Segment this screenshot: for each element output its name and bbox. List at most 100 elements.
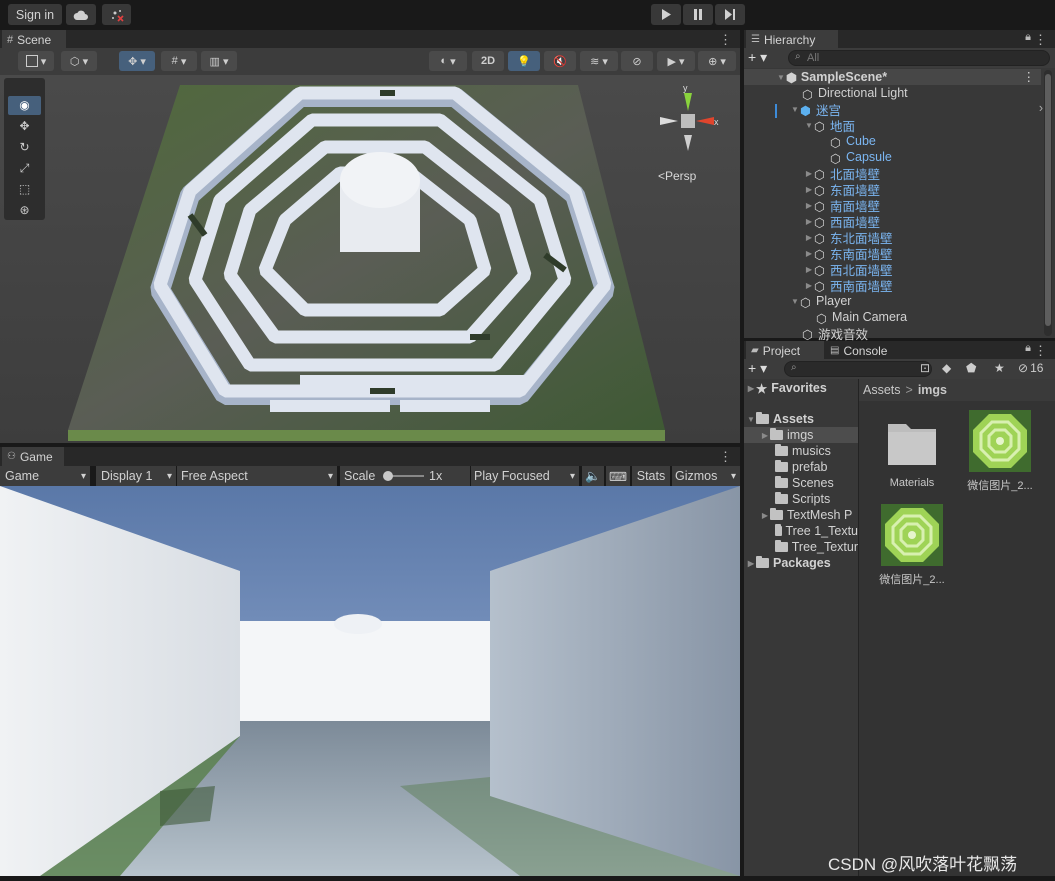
folder-label: imgs — [787, 428, 814, 442]
hierarchy-scrollbar[interactable] — [1044, 70, 1052, 336]
lock-icon[interactable]: 🔒︎ — [1025, 342, 1031, 355]
tab-game[interactable]: ⚇ Game — [2, 447, 64, 466]
play-button[interactable] — [651, 4, 681, 25]
keyboard-toggle[interactable]: ⌨ — [606, 466, 630, 486]
shading-mode-dropdown[interactable]: ◐ ▾ — [429, 51, 467, 71]
mute-audio-toggle[interactable]: 🔈 — [582, 466, 604, 486]
hierarchy-item-cube[interactable]: ⬡ Cube — [744, 133, 1041, 150]
hierarchy-item-east-wall[interactable]: ▶ ⬡ 东面墙壁 — [744, 181, 1041, 199]
hierarchy-item-player[interactable]: ▼ ⬡ Player — [744, 293, 1041, 310]
asset-image-2[interactable]: 微信图片_2... — [876, 504, 948, 586]
folder-prefab[interactable]: prefab — [770, 459, 856, 475]
hierarchy-tabbar: ☰ Hierarchy 🔒︎ ⋮ — [744, 30, 1055, 49]
draw-mode-dropdown[interactable]: ▾ — [18, 51, 54, 71]
hierarchy-item-maze[interactable]: ▼ ⬢ 迷宫 › — [744, 101, 1043, 118]
breadcrumb-assets[interactable]: Assets — [863, 383, 901, 397]
sign-in-button[interactable]: Sign in — [8, 4, 62, 25]
tab-project[interactable]: ▰ Project — [746, 341, 824, 360]
cloud-icon[interactable] — [66, 4, 96, 25]
gizmos-dropdown[interactable]: ⊕ ▾ — [698, 51, 736, 71]
hierarchy-item-south-wall[interactable]: ▶ ⬡ 南面墙壁 — [744, 197, 1041, 215]
folder-musics[interactable]: musics — [770, 443, 856, 459]
assets-row[interactable]: ▼ Assets — [746, 411, 856, 427]
breadcrumb-imgs[interactable]: imgs — [918, 383, 947, 397]
gameobject-icon: ⬡ — [800, 296, 811, 310]
folder-scripts[interactable]: Scripts — [770, 491, 856, 507]
packages-row[interactable]: ▶ Packages — [746, 555, 856, 571]
kebab-menu-icon[interactable]: ⋮ — [719, 32, 732, 48]
camera-dropdown[interactable]: ▶ ▾ — [657, 51, 695, 71]
hierarchy-item-main-camera[interactable]: ⬡ Main Camera — [744, 309, 1041, 326]
collab-icon[interactable] — [102, 4, 131, 25]
stats-toggle[interactable]: Stats — [632, 466, 670, 486]
hierarchy-item-directional-light[interactable]: ⬡ Directional Light — [744, 85, 1041, 102]
favorites-row[interactable]: ▶ ★ Favorites — [746, 380, 856, 396]
hierarchy-item-ground[interactable]: ▼ ⬡ 地面 — [744, 117, 1041, 135]
hierarchy-item-label: Capsule — [846, 150, 892, 164]
grid-snap-dropdown[interactable]: # ▾ — [161, 51, 197, 71]
folder-icon — [770, 428, 783, 440]
tab-console[interactable]: ▤ Console — [830, 341, 887, 360]
project-search-field[interactable]: ⌕ — [784, 361, 932, 377]
pause-button[interactable] — [683, 4, 713, 25]
folder-large-icon — [888, 424, 936, 465]
view-tool-eye-icon[interactable]: ◉ — [8, 96, 41, 115]
gameobject-icon: ⬡ — [814, 200, 825, 214]
play-mode-dropdown[interactable]: Play Focused ▾ — [471, 466, 579, 486]
rotate-tool-icon[interactable]: ↻ — [8, 138, 41, 157]
asset-materials-folder[interactable]: Materials — [878, 412, 946, 492]
kebab-menu-icon[interactable]: ⋮ — [1034, 32, 1047, 48]
game-gizmos-dropdown[interactable]: Gizmos ▾ — [672, 466, 740, 486]
hierarchy-item-southwest-wall[interactable]: ▶ ⬡ 西南面墙壁 — [744, 277, 1041, 295]
move-tool-icon[interactable]: ✥ — [8, 117, 41, 136]
kebab-menu-icon[interactable]: ⋮ — [1034, 343, 1047, 359]
folder-tree-textures[interactable]: Tree_Textur — [770, 539, 858, 555]
folder-scenes[interactable]: Scenes — [770, 475, 856, 491]
search-by-type-icon[interactable]: ⊡ — [920, 361, 930, 375]
transform-tool-icon[interactable]: ⊛ — [8, 201, 41, 220]
lighting-toggle[interactable]: 💡 — [508, 51, 540, 71]
lock-icon[interactable]: 🔒︎ — [1025, 31, 1031, 44]
add-object-dropdown[interactable]: + ▾ — [748, 49, 767, 66]
shading-dropdown[interactable]: ⬡ ▾ — [61, 51, 97, 71]
scale-slider-handle[interactable] — [383, 471, 393, 481]
kebab-menu-icon[interactable]: ⋮ — [1023, 69, 1036, 84]
game-viewport[interactable] — [0, 486, 740, 876]
label-tag-icon[interactable]: ⬟ — [966, 361, 976, 375]
hierarchy-item-north-wall[interactable]: ▶ ⬡ 北面墙壁 — [744, 165, 1041, 183]
visibility-toggle[interactable]: ⊘ — [621, 51, 653, 71]
audio-toggle[interactable]: 🔇 — [544, 51, 576, 71]
pivot-dropdown[interactable]: ✥ ▾ — [119, 51, 155, 71]
favorite-star-icon[interactable]: ★ — [994, 361, 1005, 375]
hierarchy-item-capsule[interactable]: ⬡ Capsule — [744, 149, 1041, 166]
effects-dropdown[interactable]: ≋ ▾ — [580, 51, 618, 71]
toggle-2d-button[interactable]: 2D — [472, 51, 504, 71]
projection-label[interactable]: <Persp — [658, 169, 696, 183]
hierarchy-search-field[interactable]: ⌕ All — [788, 50, 1050, 66]
chevron-right-icon[interactable]: › — [1039, 101, 1043, 115]
filter-type-icon[interactable]: ◆ — [942, 361, 951, 375]
orientation-gizmo[interactable]: y x <Persp — [652, 83, 722, 193]
kebab-menu-icon[interactable]: ⋮ — [719, 449, 732, 465]
hidden-packages-toggle[interactable]: ⊘ 16 — [1018, 361, 1043, 375]
scale-tool-icon[interactable]: ⤢ — [8, 159, 41, 178]
step-button[interactable] — [715, 4, 745, 25]
folder-textmesh[interactable]: ▶ TextMesh P — [760, 507, 858, 523]
asset-image-1[interactable]: 微信图片_2... — [964, 410, 1036, 492]
aspect-dropdown[interactable]: Free Aspect ▾ — [177, 466, 337, 486]
increment-snap-dropdown[interactable]: ▥ ▾ — [201, 51, 237, 71]
display-dropdown[interactable]: Display 1 ▾ — [96, 466, 176, 486]
rect-tool-icon[interactable]: ⬚ — [8, 180, 41, 199]
create-asset-dropdown[interactable]: + ▾ — [748, 360, 767, 377]
scene-row[interactable]: ▼ ⬢ SampleScene* ⋮ — [744, 69, 1041, 85]
game-mode-dropdown[interactable]: Game ▾ — [0, 466, 90, 486]
scene-tab-label: Scene — [17, 32, 52, 47]
scrollbar-thumb[interactable] — [1045, 74, 1051, 326]
folder-tree1-textures[interactable]: Tree 1_Textu — [770, 523, 858, 539]
tab-hierarchy[interactable]: ☰ Hierarchy — [746, 30, 838, 49]
folder-imgs[interactable]: ▶ imgs — [760, 427, 856, 443]
scene-viewport[interactable]: ◉ ✥ ↻ ⤢ ⬚ ⊛ y x <Persp — [0, 75, 740, 443]
hierarchy-item-game-audio[interactable]: ⬡ 游戏音效 — [744, 325, 1041, 343]
tab-scene[interactable]: # Scene — [2, 30, 66, 49]
gameobject-icon: ⬡ — [830, 152, 841, 166]
